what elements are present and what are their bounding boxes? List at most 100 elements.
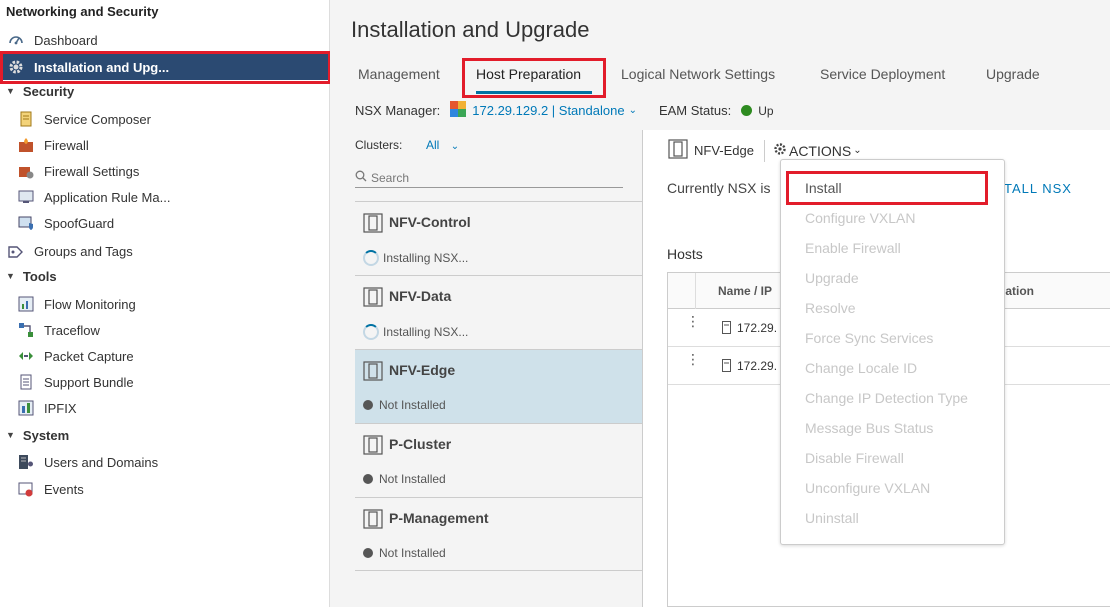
sidebar-item-ipfix[interactable]: IPFIX (0, 396, 330, 420)
cluster-status: Not Installed (363, 398, 446, 412)
sidebar-item-label: SpoofGuard (44, 215, 115, 231)
sidebar-item-groups-tags[interactable]: Groups and Tags (0, 239, 330, 263)
search-icon (355, 170, 367, 185)
clusters-filter[interactable]: All ⌄ (426, 138, 459, 152)
menu-item-configure-vxlan[interactable]: Configure VXLAN (805, 210, 916, 226)
sidebar-item-packet-capture[interactable]: Packet Capture (0, 344, 330, 368)
sidebar-item-support-bundle[interactable]: Support Bundle (0, 370, 330, 394)
sidebar-item-dashboard[interactable]: Dashboard (0, 28, 330, 52)
cluster-name: NFV-Edge (389, 362, 456, 378)
status-dot-icon (363, 474, 373, 484)
page-title: Installation and Upgrade (351, 17, 590, 42)
support-bundle-icon (18, 374, 34, 390)
column-header-name[interactable]: Name / IP (718, 284, 772, 298)
kebab-menu-icon[interactable]: ⋮ (686, 314, 700, 328)
nsx-status-text: Currently NSX is (667, 180, 771, 196)
sidebar-section-security[interactable]: ▼ Security (0, 79, 330, 103)
nsx-manager-label: NSX Manager: (355, 103, 441, 118)
menu-item-force-sync-services[interactable]: Force Sync Services (805, 330, 933, 346)
cluster-icon (363, 508, 383, 533)
cluster-card-nfv-data[interactable]: NFV-Data Installing NSX... (355, 275, 643, 349)
chevron-down-icon[interactable]: ⌄ (629, 105, 637, 116)
cluster-card-nfv-control[interactable]: NFV-Control Installing NSX... (355, 201, 643, 275)
gear-icon (8, 59, 24, 75)
hosts-label: Hosts (667, 246, 703, 262)
clusters-pane: Clusters: All ⌄ Search NFV-Control Insta… (355, 130, 643, 607)
dashboard-icon (8, 32, 24, 48)
nsx-manager-dropdown[interactable]: 172.29.129.2 | Standalone (472, 103, 624, 118)
cluster-card-p-cluster[interactable]: P-Cluster Not Installed (355, 423, 643, 497)
menu-item-change-ip-detection-type[interactable]: Change IP Detection Type (805, 390, 968, 406)
menu-item-resolve[interactable]: Resolve (805, 300, 856, 316)
sidebar-item-label: Application Rule Ma... (44, 189, 171, 205)
cluster-card-nfv-edge[interactable]: NFV-Edge Not Installed (355, 349, 643, 423)
actions-dropdown-menu: Install Configure VXLAN Enable Firewall … (780, 159, 1005, 545)
menu-item-disable-firewall[interactable]: Disable Firewall (805, 450, 904, 466)
sidebar-section-tools[interactable]: ▼ Tools (0, 264, 330, 288)
eam-status-value: Up (758, 103, 774, 118)
sidebar-item-label: System (22, 427, 70, 443)
caret-down-icon: ▼ (6, 86, 15, 96)
sidebar-item-service-composer[interactable]: Service Composer (0, 107, 330, 131)
tab-service-deployment[interactable]: Service Deployment (820, 66, 945, 82)
detail-cluster-name: NFV-Edge (694, 143, 754, 158)
sidebar-item-traceflow[interactable]: Traceflow (0, 318, 330, 342)
column-header-installation[interactable]: lation (1002, 284, 1034, 298)
menu-item-message-bus-status[interactable]: Message Bus Status (805, 420, 933, 436)
tab-upgrade[interactable]: Upgrade (986, 66, 1040, 82)
sidebar-item-firewall-settings[interactable]: Firewall Settings (0, 159, 330, 183)
caret-down-icon: ▼ (6, 430, 15, 440)
spoofguard-icon (18, 215, 34, 231)
menu-item-enable-firewall[interactable]: Enable Firewall (805, 240, 901, 256)
packet-capture-icon (18, 348, 34, 364)
menu-item-upgrade[interactable]: Upgrade (805, 270, 859, 286)
sidebar-item-label: Service Composer (44, 111, 151, 127)
status-dot-icon (363, 548, 373, 558)
firewall-settings-icon (18, 163, 34, 179)
menu-item-install[interactable]: Install (805, 180, 842, 196)
sidebar-item-events[interactable]: Events (0, 477, 330, 501)
sidebar-item-label: Groups and Tags (34, 243, 133, 259)
caret-down-icon: ▼ (6, 271, 15, 281)
cluster-icon (363, 212, 383, 237)
cluster-icon (363, 434, 383, 459)
active-tab-indicator (476, 91, 592, 94)
search-input[interactable]: Search (355, 168, 623, 188)
menu-item-uninstall[interactable]: Uninstall (805, 510, 859, 526)
cluster-card-p-management[interactable]: P-Management Not Installed (355, 497, 643, 571)
cluster-status: Installing NSX... (363, 250, 468, 266)
spinner-icon (363, 324, 379, 340)
divider (763, 139, 765, 162)
menu-item-change-locale-id[interactable]: Change Locale ID (805, 360, 917, 376)
tab-management[interactable]: Management (358, 66, 440, 82)
sidebar-item-installation[interactable]: Installation and Upg... (0, 54, 330, 80)
status-text: Installing NSX... (383, 251, 469, 265)
status-text: Not Installed (379, 472, 446, 486)
sidebar-section-system[interactable]: ▼ System (0, 423, 330, 447)
cluster-name: NFV-Data (389, 288, 452, 304)
groups-icon (8, 243, 24, 259)
sidebar-item-label: IPFIX (44, 400, 77, 416)
clusters-label: Clusters: (355, 138, 403, 152)
sidebar-item-spoofguard[interactable]: SpoofGuard (0, 211, 330, 235)
tab-host-preparation[interactable]: Host Preparation (476, 66, 581, 82)
menu-item-unconfigure-vxlan[interactable]: Unconfigure VXLAN (805, 480, 930, 496)
sidebar-item-users-domains[interactable]: Users and Domains (0, 450, 330, 474)
sidebar-item-label: Security (22, 83, 75, 99)
cluster-name: NFV-Control (389, 214, 471, 230)
kebab-menu-icon[interactable]: ⋮ (686, 352, 700, 366)
install-nsx-link[interactable]: TALL NSX (1004, 181, 1072, 196)
status-up-icon (741, 105, 753, 116)
cluster-icon (363, 360, 383, 385)
actions-button[interactable]: ACTIONS ⌄ (773, 142, 862, 159)
sidebar-item-flow-monitoring[interactable]: Flow Monitoring (0, 292, 330, 316)
cluster-icon (363, 286, 383, 311)
sidebar-item-label: Installation and Upg... (34, 59, 170, 75)
sidebar-item-label: Users and Domains (44, 454, 159, 470)
sidebar-item-application-rule[interactable]: Application Rule Ma... (0, 185, 330, 209)
sidebar-item-firewall[interactable]: Firewall (0, 133, 330, 157)
tab-logical-network-settings[interactable]: Logical Network Settings (621, 66, 775, 82)
users-icon (18, 454, 34, 470)
status-text: Installing NSX... (383, 325, 469, 339)
clusters-filter-value: All (426, 138, 440, 152)
